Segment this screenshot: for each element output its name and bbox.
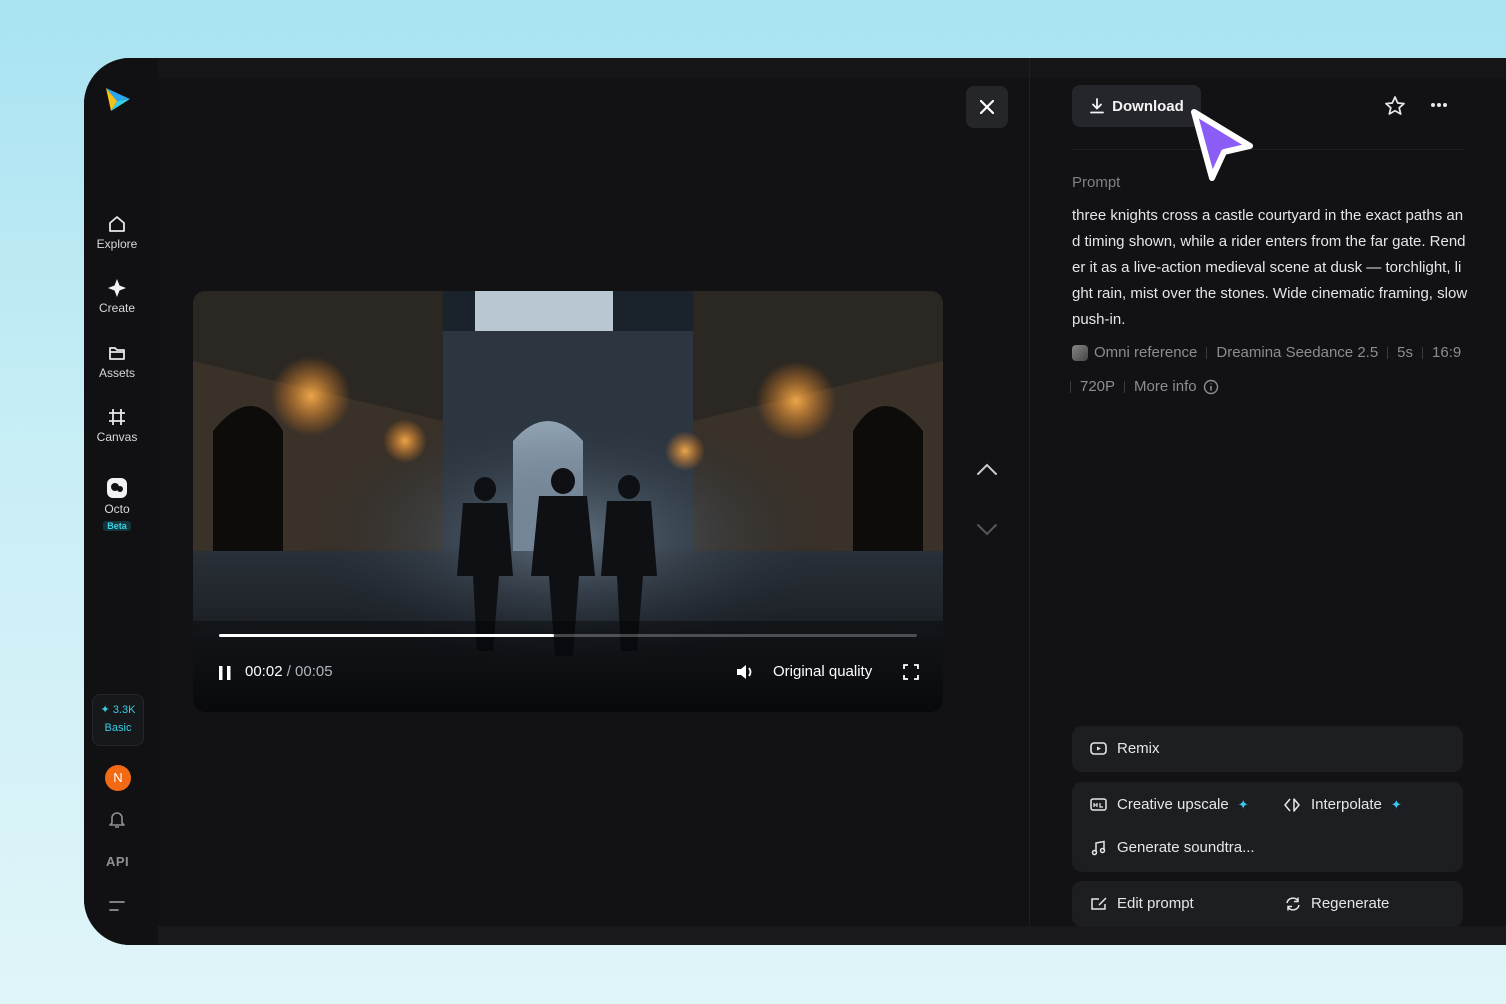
logo-icon[interactable] [103,84,133,114]
download-button[interactable]: Download [1072,85,1201,127]
spark-icon: ✦ [100,704,110,716]
pause-icon [219,666,231,680]
star-icon[interactable] [1384,95,1406,117]
regenerate-icon [1286,896,1300,911]
credits-badge[interactable]: ✦ 3.3K Basic [92,694,144,746]
prompt-text: three knights cross a castle courtyard i… [1072,207,1468,328]
volume-icon [737,665,752,679]
time-display: 00:02 / 00:05 [245,663,333,680]
sidebar-item-label: Create [98,301,136,315]
edit-prompt-button[interactable]: Edit prompt [1090,895,1194,912]
meta-row: Omni reference Dreamina Seedance 2.5 5s … [1072,344,1461,361]
edit-prompt-label: Edit prompt [1117,895,1194,912]
bell-icon[interactable] [108,809,126,829]
more-icon[interactable] [1430,102,1448,108]
remix-label: Remix [1117,740,1160,757]
fullscreen-icon [903,664,919,680]
octo-icon [107,478,127,498]
sidebar-item-label: Octo [104,502,130,516]
beta-badge: Beta [103,521,131,531]
remix-box: Remix [1072,726,1463,772]
upscale-icon [1090,797,1107,811]
interpolate-icon [1284,797,1300,812]
sidebar-item-label: Explore [96,237,138,251]
fullscreen-button[interactable] [903,664,919,684]
sidebar-item-create[interactable]: Create [84,278,150,315]
music-note-icon [1091,840,1106,855]
sidebar-item-label: Canvas [96,430,138,444]
info-icon[interactable] [1203,379,1219,395]
close-icon [979,99,995,115]
sidebar-item-label: Assets [98,366,135,380]
progress-fill [219,634,555,637]
duration: 5s [1397,344,1414,361]
avatar[interactable]: N [105,765,131,791]
menu-icon[interactable] [109,899,125,913]
total-time: / 00:05 [282,663,333,680]
regenerate-button[interactable]: Regenerate [1284,895,1389,912]
api-link[interactable]: API [106,854,129,869]
edit-icon [1091,896,1107,910]
quality-selector[interactable]: Original quality [773,663,872,680]
app-window: Explore Create Assets Canvas Octo Beta ✦… [84,58,1506,945]
volume-button[interactable] [735,663,755,685]
remix-button[interactable]: Remix [1090,740,1160,757]
pointer-cursor-icon [1191,109,1253,181]
plan-label: Basic [104,722,132,734]
home-icon [109,216,125,232]
creative-upscale-button[interactable]: Creative upscale ✦ [1090,796,1249,813]
omni-reference-icon [1072,344,1088,361]
header-divider [1072,149,1464,150]
pause-button[interactable] [217,662,233,685]
top-strip [158,58,1506,78]
close-button[interactable] [966,86,1008,128]
progress-bar[interactable] [219,634,917,637]
sidebar-item-octo[interactable]: Octo Beta [84,477,150,534]
interpolate-button[interactable]: Interpolate ✦ [1284,796,1402,813]
remix-icon [1090,741,1107,755]
sparkle-icon [108,279,126,297]
chevron-down-icon[interactable] [976,523,998,537]
generate-soundtrack-label: Generate soundtra... [1117,839,1255,856]
model-version: 2.5 [1357,344,1379,361]
meta-row-2: 720P More info [1070,378,1219,395]
video-frame [193,291,943,712]
sidebar-item-canvas[interactable]: Canvas [84,407,150,444]
bottom-strip [158,926,1506,945]
canvas-icon [109,409,125,425]
resolution: 720P [1080,378,1116,395]
sidebar-item-assets[interactable]: Assets [84,343,150,380]
enhance-box: Creative upscale ✦ Interpolate ✦ Generat… [1072,782,1463,872]
generate-soundtrack-button[interactable]: Generate soundtra... [1090,839,1255,856]
credits-amount: 3.3K [112,704,136,716]
folder-icon [109,347,125,360]
edit-box: Edit prompt Regenerate [1072,881,1463,927]
sidebar: Explore Create Assets Canvas Octo Beta ✦… [84,58,158,945]
download-icon [1090,98,1105,114]
interpolate-label: Interpolate [1311,796,1382,813]
premium-spark-icon: ✦ [1390,796,1402,812]
more-info-link[interactable]: More info [1134,378,1197,395]
chevron-up-icon[interactable] [976,462,998,476]
video-player[interactable]: 00:02 / 00:05 Original quality [193,291,943,712]
current-time: 00:02 [245,663,283,680]
prompt-label: Prompt [1072,174,1121,191]
panel-divider [1029,58,1030,926]
regenerate-label: Regenerate [1311,895,1390,912]
premium-spark-icon: ✦ [1237,796,1249,812]
model-name: Dreamina Seedance [1216,344,1354,361]
omni-reference[interactable]: Omni reference [1094,344,1197,361]
aspect-ratio: 16:9 [1432,344,1462,361]
creative-upscale-label: Creative upscale [1117,796,1229,813]
download-label: Download [1112,97,1184,115]
sidebar-item-explore[interactable]: Explore [84,214,150,251]
